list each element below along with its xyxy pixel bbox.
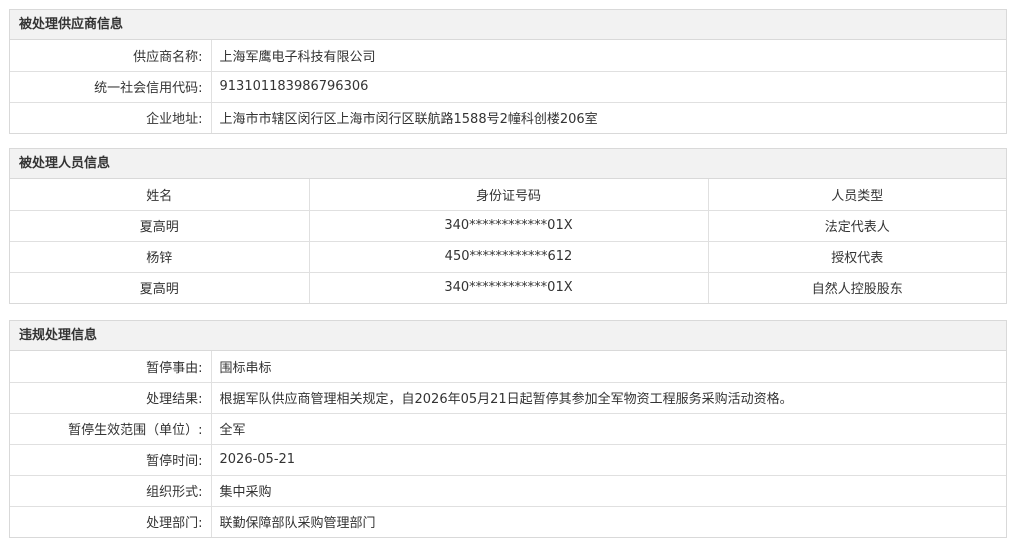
handling-department-value: 联勤保障部队采购管理部门 (210, 505, 1006, 537)
column-header-id-number: 身份证号码 (308, 179, 709, 211)
person-id-cell: 340************01X (308, 209, 709, 242)
personnel-header-row: 姓名 身份证号码 人员类型 (10, 179, 1006, 211)
organization-form-value: 集中采购 (210, 474, 1006, 507)
supplier-name-label: 供应商名称: (10, 40, 212, 72)
handling-result-label: 处理结果: (10, 381, 212, 414)
suspension-date-label: 暂停时间: (10, 443, 212, 476)
violation-row-reason: 暂停事由: 围标串标 (10, 351, 1006, 383)
organization-form-label: 组织形式: (10, 474, 212, 507)
violation-info-panel: 违规处理信息 暂停事由: 围标串标 处理结果: 根据军队供应商管理相关规定，自2… (9, 320, 1007, 538)
supplier-info-table: 供应商名称: 上海军鹰电子科技有限公司 统一社会信用代码: 9131011839… (10, 40, 1006, 133)
address-label: 企业地址: (10, 101, 212, 133)
violation-row-department: 处理部门: 联勤保障部队采购管理部门 (10, 505, 1006, 537)
violation-row-result: 处理结果: 根据军队供应商管理相关规定，自2026年05月21日起暂停其参加全军… (10, 381, 1006, 414)
violation-row-scope: 暂停生效范围（单位）: 全军 (10, 412, 1006, 445)
supplier-row-address: 企业地址: 上海市市辖区闵行区上海市闵行区联航路1588号2幢科创楼206室 (10, 101, 1006, 133)
supplier-row-credit-code: 统一社会信用代码: 913101183986796306 (10, 70, 1006, 103)
credit-code-label: 统一社会信用代码: (10, 70, 212, 103)
suspension-scope-label: 暂停生效范围（单位）: (10, 412, 212, 445)
credit-code-value: 913101183986796306 (210, 70, 1006, 103)
person-name-cell: 杨锌 (10, 240, 310, 273)
suspension-date-value: 2026-05-21 (210, 443, 1006, 476)
person-type-cell: 授权代表 (707, 240, 1006, 273)
person-name-cell: 夏高明 (10, 209, 310, 242)
handling-result-value: 根据军队供应商管理相关规定，自2026年05月21日起暂停其参加全军物资工程服务… (210, 381, 1006, 414)
supplier-info-title: 被处理供应商信息 (10, 10, 1006, 40)
violation-info-table: 暂停事由: 围标串标 处理结果: 根据军队供应商管理相关规定，自2026年05月… (10, 351, 1006, 537)
handling-department-label: 处理部门: (10, 505, 212, 537)
suspension-reason-value: 围标串标 (210, 351, 1006, 383)
suspension-scope-value: 全军 (210, 412, 1006, 445)
person-type-cell: 自然人控股股东 (707, 271, 1006, 303)
personnel-table: 姓名 身份证号码 人员类型 夏高明 340************01X 法定代… (10, 179, 1006, 303)
personnel-info-title: 被处理人员信息 (10, 149, 1006, 179)
table-row: 夏高明 340************01X 法定代表人 (10, 209, 1006, 242)
column-header-person-type: 人员类型 (707, 179, 1006, 211)
table-row: 夏高明 340************01X 自然人控股股东 (10, 271, 1006, 303)
violation-row-form: 组织形式: 集中采购 (10, 474, 1006, 507)
violation-row-date: 暂停时间: 2026-05-21 (10, 443, 1006, 476)
supplier-info-panel: 被处理供应商信息 供应商名称: 上海军鹰电子科技有限公司 统一社会信用代码: 9… (9, 9, 1007, 134)
person-id-cell: 340************01X (308, 271, 709, 303)
personnel-info-panel: 被处理人员信息 姓名 身份证号码 人员类型 夏高明 340***********… (9, 148, 1007, 304)
person-type-cell: 法定代表人 (707, 209, 1006, 242)
address-value: 上海市市辖区闵行区上海市闵行区联航路1588号2幢科创楼206室 (210, 101, 1006, 133)
table-row: 杨锌 450************612 授权代表 (10, 240, 1006, 273)
suspension-reason-label: 暂停事由: (10, 351, 212, 383)
supplier-row-name: 供应商名称: 上海军鹰电子科技有限公司 (10, 40, 1006, 72)
person-name-cell: 夏高明 (10, 271, 310, 303)
violation-info-title: 违规处理信息 (10, 321, 1006, 351)
person-id-cell: 450************612 (308, 240, 709, 273)
supplier-name-value: 上海军鹰电子科技有限公司 (210, 40, 1006, 72)
column-header-name: 姓名 (10, 179, 310, 211)
